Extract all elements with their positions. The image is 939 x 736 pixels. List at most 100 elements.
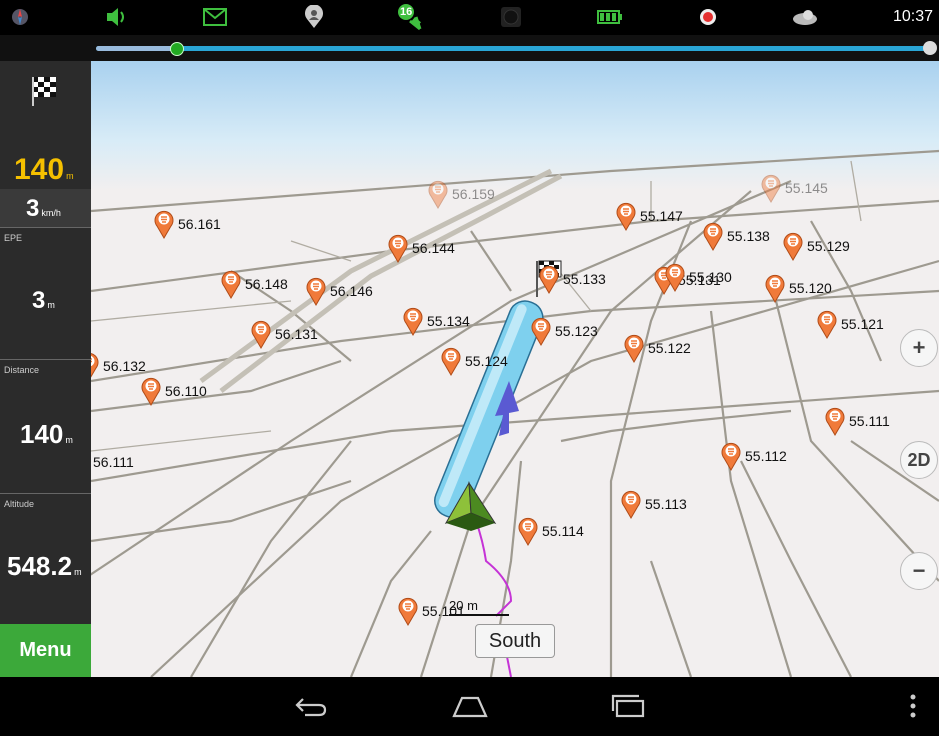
- poi-marker[interactable]: 55.122: [624, 333, 691, 363]
- menu-button[interactable]: Menu: [0, 624, 91, 677]
- mail-icon[interactable]: [202, 5, 228, 29]
- poi-marker[interactable]: 56.159: [428, 179, 495, 209]
- poi-pin-icon: [441, 346, 461, 376]
- poi-marker[interactable]: 55.123: [531, 316, 598, 346]
- poi-marker[interactable]: 55.145: [761, 173, 828, 203]
- epe-unit: m: [47, 300, 55, 310]
- route-progress-bar[interactable]: [0, 35, 939, 61]
- poi-label: 56.148: [245, 276, 288, 292]
- distance-to-target-panel[interactable]: 140 m: [0, 61, 91, 190]
- distance-to-target-unit: m: [66, 171, 74, 181]
- poi-pin-icon: [141, 376, 161, 406]
- progress-knob[interactable]: [170, 42, 184, 56]
- poi-marker[interactable]: 55.114: [518, 516, 584, 546]
- poi-marker[interactable]: 56.111: [91, 447, 134, 477]
- poi-label: 55.145: [785, 180, 828, 196]
- poi-label: 55.113: [645, 496, 687, 512]
- poi-pin-icon: [721, 441, 741, 471]
- distance-panel[interactable]: Distance 140 m: [0, 359, 91, 494]
- record-icon[interactable]: [697, 5, 719, 29]
- poi-marker[interactable]: 55.111: [825, 406, 890, 436]
- progress-track: [96, 46, 932, 51]
- poi-pin-icon: [388, 233, 408, 263]
- volume-icon[interactable]: [104, 5, 130, 29]
- back-icon[interactable]: [290, 691, 330, 721]
- progress-done: [96, 46, 176, 51]
- poi-pin-icon: [539, 264, 559, 294]
- poi-marker[interactable]: 55.138: [703, 221, 770, 251]
- distance-value: 140: [20, 419, 64, 449]
- person-pin-icon[interactable]: [302, 5, 326, 29]
- poi-label: 55.133: [563, 271, 606, 287]
- speed-panel[interactable]: 3 km/h: [0, 189, 91, 228]
- poi-marker[interactable]: 55.130: [665, 262, 732, 292]
- epe-panel[interactable]: EPE 3m: [0, 227, 91, 360]
- altitude-unit: m: [74, 567, 82, 577]
- info-sidebar: 140 m 3 km/h EPE 3m Distance 140 m Altitude…: [0, 61, 91, 677]
- poi-pin-icon: [703, 221, 723, 251]
- poi-pin-icon: [398, 596, 418, 626]
- finish-flag-icon: [923, 41, 937, 55]
- poi-marker[interactable]: 55.120: [765, 273, 832, 303]
- compass-icon: [8, 5, 32, 29]
- poi-label: 56.110: [165, 383, 207, 399]
- map-view[interactable]: 56.161 56.159 55.145 56.144 55.147 55.138 55.1…: [91, 61, 939, 677]
- poi-pin-icon: [665, 262, 685, 292]
- poi-marker[interactable]: 56.148: [221, 269, 288, 299]
- epe: 3m: [32, 287, 55, 315]
- poi-marker[interactable]: 55.112: [721, 441, 787, 471]
- poi-label: 55.114: [542, 523, 584, 539]
- weather-icon[interactable]: [790, 5, 820, 29]
- poi-marker[interactable]: 55.133: [539, 264, 606, 294]
- speed-unit: km/h: [41, 208, 61, 218]
- poi-pin-icon: [621, 489, 641, 519]
- view-mode-button[interactable]: 2D: [900, 441, 938, 479]
- direction-label[interactable]: South: [475, 624, 555, 658]
- poi-label: 56.111: [93, 454, 134, 470]
- map-scale: 20 m: [449, 598, 509, 616]
- poi-label: 56.144: [412, 240, 455, 256]
- altitude-panel[interactable]: Altitude 548.2 m: [0, 493, 91, 624]
- poi-marker[interactable]: 55.147: [616, 201, 683, 231]
- poi-label: 55.111: [849, 413, 890, 429]
- zoom-out-button[interactable]: −: [900, 552, 938, 590]
- poi-label: 56.131: [275, 326, 318, 342]
- satellite-count: 16: [400, 6, 413, 18]
- poi-marker[interactable]: 56.146: [306, 276, 373, 306]
- poi-marker[interactable]: 55.121: [817, 309, 884, 339]
- poi-label: 55.124: [465, 353, 508, 369]
- poi-marker[interactable]: 55.134: [403, 306, 470, 336]
- poi-pin-icon: [761, 173, 781, 203]
- poi-label: 55.120: [789, 280, 832, 296]
- poi-label: 56.159: [452, 186, 495, 202]
- poi-label: 56.146: [330, 283, 373, 299]
- zoom-in-button[interactable]: +: [900, 329, 938, 367]
- poi-pin-icon: [251, 319, 271, 349]
- poi-pin-icon: [91, 351, 99, 381]
- poi-marker[interactable]: 55.124: [441, 346, 508, 376]
- recents-icon[interactable]: [608, 691, 648, 721]
- poi-marker[interactable]: 55.129: [783, 231, 850, 261]
- satellite-icon[interactable]: 16: [396, 4, 426, 31]
- poi-pin-icon: [403, 306, 423, 336]
- poi-pin-icon: [616, 201, 636, 231]
- poi-marker[interactable]: 56.132: [91, 351, 146, 381]
- poi-marker[interactable]: 55.113: [621, 489, 687, 519]
- altitude: 548.2 m: [7, 551, 82, 582]
- poi-label: 55.147: [640, 208, 683, 224]
- altitude-value: 548.2: [7, 551, 73, 581]
- scale-bar: [449, 614, 509, 616]
- poi-marker[interactable]: 56.110: [141, 376, 207, 406]
- poi-label: 56.132: [103, 358, 146, 374]
- poi-pin-icon: [531, 316, 551, 346]
- poi-pin-icon: [306, 276, 326, 306]
- poi-marker[interactable]: 56.144: [388, 233, 455, 263]
- poi-label: 55.138: [727, 228, 770, 244]
- poi-marker[interactable]: 56.131: [251, 319, 318, 349]
- poi-marker[interactable]: 56.161: [154, 209, 221, 239]
- poi-pin-icon: [624, 333, 644, 363]
- poi-label: 55.121: [841, 316, 884, 332]
- overflow-menu-icon[interactable]: [893, 691, 933, 721]
- home-icon[interactable]: [450, 691, 490, 721]
- speed-value: 3: [26, 195, 40, 222]
